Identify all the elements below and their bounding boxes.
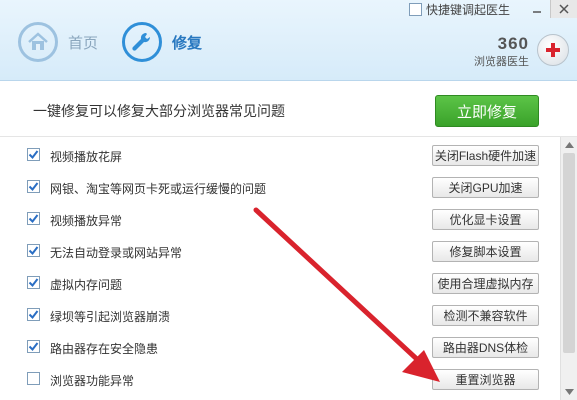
scrollbar[interactable] bbox=[560, 137, 577, 400]
nav-repair[interactable]: 修复 bbox=[122, 20, 217, 64]
close-icon bbox=[559, 4, 569, 14]
minimize-button[interactable] bbox=[524, 0, 550, 18]
check-icon bbox=[28, 182, 39, 192]
brand: 360 浏览器医生 bbox=[474, 34, 529, 69]
issue-action-button[interactable]: 关闭GPU加速 bbox=[432, 177, 539, 198]
check-icon bbox=[28, 246, 39, 256]
brand-subtitle: 浏览器医生 bbox=[474, 56, 529, 68]
check-icon bbox=[28, 310, 39, 320]
scroll-down-icon[interactable] bbox=[564, 386, 575, 397]
issue-action-button[interactable]: 修复脚本设置 bbox=[432, 241, 539, 262]
brand-number: 360 bbox=[497, 34, 529, 53]
issue-action-button[interactable]: 路由器DNS体检 bbox=[432, 337, 539, 358]
issue-checkbox[interactable] bbox=[27, 212, 40, 225]
quick-launch-label: 快捷键调起医生 bbox=[425, 2, 510, 17]
list-item: 网银、淘宝等网页卡死或运行缓慢的问题 关闭GPU加速 bbox=[0, 171, 560, 203]
list-item: 路由器存在安全隐患 路由器DNS体检 bbox=[0, 331, 560, 363]
issue-checkbox[interactable] bbox=[27, 372, 40, 385]
issue-label: 无法自动登录或网站异常 bbox=[50, 246, 183, 260]
list-item: 虚拟内存问题 使用合理虚拟内存 bbox=[0, 267, 560, 299]
wrench-icon bbox=[122, 22, 162, 62]
list-item: 视频播放异常 优化显卡设置 bbox=[0, 203, 560, 235]
issue-label: 路由器存在安全隐患 bbox=[50, 342, 159, 356]
home-icon bbox=[18, 22, 58, 62]
issue-label: 浏览器功能异常 bbox=[50, 374, 135, 388]
list-item: 绿坝等引起浏览器崩溃 检测不兼容软件 bbox=[0, 299, 560, 331]
issue-action-button[interactable]: 优化显卡设置 bbox=[432, 209, 539, 230]
banner-text: 一键修复可以修复大部分浏览器常见问题 bbox=[33, 103, 285, 119]
issue-checkbox[interactable] bbox=[27, 276, 40, 289]
issue-checkbox[interactable] bbox=[27, 340, 40, 353]
issue-checkbox[interactable] bbox=[27, 180, 40, 193]
minimize-icon bbox=[533, 11, 541, 13]
topbar: 快捷键调起医生 bbox=[408, 0, 577, 18]
check-icon bbox=[28, 342, 39, 352]
nav-home[interactable]: 首页 bbox=[18, 20, 108, 64]
nav-home-label: 首页 bbox=[68, 34, 99, 52]
issue-action-button[interactable]: 使用合理虚拟内存 bbox=[432, 273, 539, 294]
issue-action-button[interactable]: 关闭Flash硬件加速 bbox=[432, 145, 539, 166]
scroll-up-icon[interactable] bbox=[564, 139, 575, 150]
issue-label: 视频播放异常 bbox=[50, 214, 123, 228]
issue-checkbox[interactable] bbox=[27, 244, 40, 257]
issue-action-button[interactable]: 重置浏览器 bbox=[432, 369, 539, 390]
issue-list: 视频播放花屏 关闭Flash硬件加速 网银、淘宝等网页卡死或运行缓慢的问题 关闭… bbox=[0, 137, 560, 400]
check-icon bbox=[28, 278, 39, 288]
check-icon bbox=[28, 214, 39, 224]
header: 快捷键调起医生 首页 修复 360 浏览器医生 bbox=[0, 0, 577, 81]
issue-checkbox[interactable] bbox=[27, 308, 40, 321]
issue-label: 绿坝等引起浏览器崩溃 bbox=[50, 310, 171, 324]
issue-label: 视频播放花屏 bbox=[50, 150, 123, 164]
banner: 一键修复可以修复大部分浏览器常见问题 立即修复 bbox=[0, 81, 577, 137]
list-item: 浏览器功能异常 重置浏览器 bbox=[0, 363, 560, 395]
medical-cross-icon bbox=[537, 34, 569, 66]
check-icon bbox=[28, 150, 39, 160]
close-button[interactable] bbox=[550, 0, 577, 18]
list-item: 无法自动登录或网站异常 修复脚本设置 bbox=[0, 235, 560, 267]
scroll-thumb[interactable] bbox=[563, 153, 575, 353]
fix-now-button[interactable]: 立即修复 bbox=[435, 95, 539, 127]
issue-checkbox[interactable] bbox=[27, 148, 40, 161]
quick-launch-checkbox[interactable] bbox=[408, 2, 422, 16]
issue-label: 网银、淘宝等网页卡死或运行缓慢的问题 bbox=[50, 182, 267, 196]
issue-label: 虚拟内存问题 bbox=[50, 278, 123, 292]
issue-action-button[interactable]: 检测不兼容软件 bbox=[432, 305, 539, 326]
nav-repair-label: 修复 bbox=[172, 34, 203, 52]
list-item: 视频播放花屏 关闭Flash硬件加速 bbox=[0, 139, 560, 171]
